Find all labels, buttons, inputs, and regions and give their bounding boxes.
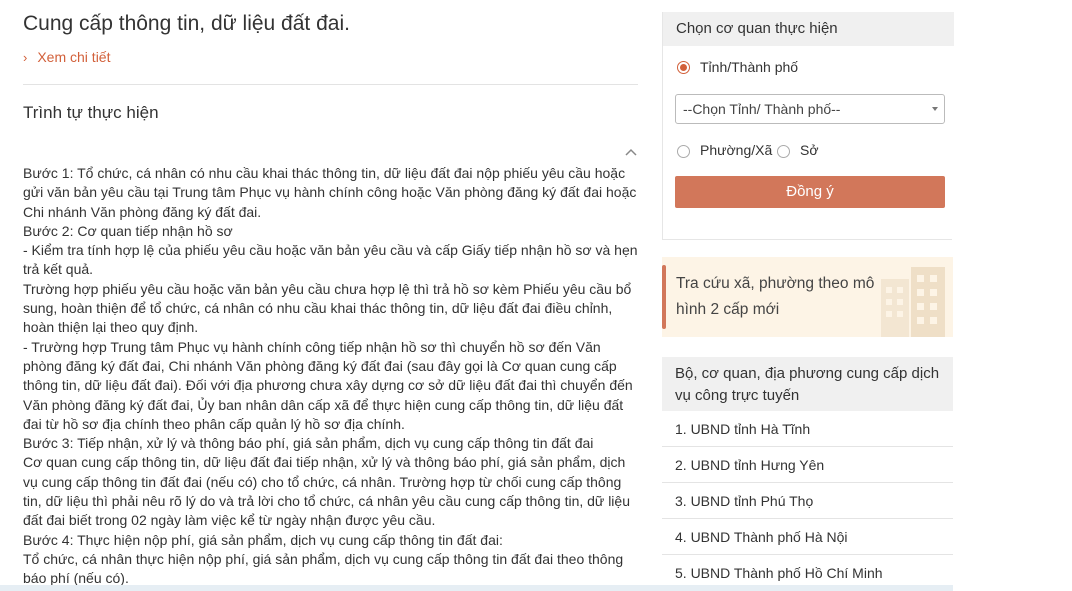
agency-panel-heading: Chọn cơ quan thực hiện (663, 12, 954, 46)
banner-text: Tra cứu xã, phường theo mô hình 2 cấp mớ… (676, 275, 875, 318)
providers-heading: Bộ, cơ quan, địa phương cung cấp dịch vụ… (662, 357, 953, 411)
agency-selection-panel: Chọn cơ quan thực hiện Tỉnh/Thành phố --… (662, 12, 954, 240)
province-select[interactable]: --Chọn Tỉnh/ Thành phố-- (675, 94, 945, 124)
procedure-line: Trường hợp phiếu yêu cầu hoặc văn bản yê… (23, 280, 632, 336)
banner-accent (662, 265, 666, 329)
radio-province[interactable] (677, 61, 690, 74)
radio-department[interactable] (777, 145, 790, 158)
procedure-line: Tổ chức, cá nhân thực hiện nộp phí, giá … (23, 550, 624, 587)
divider (23, 84, 638, 85)
radio-province-label: Tỉnh/Thành phố (700, 59, 799, 75)
provider-item[interactable]: 2. UBND tỉnh Hưng Yên (662, 447, 953, 483)
radio-ward-label: Phường/Xã (700, 142, 773, 158)
procedure-text: Bước 1: Tổ chức, cá nhân có nhu cầu khai… (23, 164, 638, 589)
providers-panel: Bộ, cơ quan, địa phương cung cấp dịch vụ… (662, 357, 953, 591)
chevron-up-icon[interactable] (624, 146, 638, 158)
building-icon (881, 267, 945, 337)
provider-item[interactable]: 3. UBND tỉnh Phú Thọ (662, 483, 953, 519)
page-title: Cung cấp thông tin, dữ liệu đất đai. (23, 12, 350, 35)
procedure-line: Bước 3: Tiếp nhận, xử lý và thông báo ph… (23, 435, 594, 452)
province-select-value: --Chọn Tỉnh/ Thành phố-- (683, 101, 841, 117)
view-details-label: Xem chi tiết (37, 49, 111, 65)
radio-ward[interactable] (677, 145, 690, 158)
chevron-right-icon: › (23, 50, 28, 65)
procedure-line: - Trường hợp Trung tâm Phục vụ hành chín… (23, 338, 633, 432)
ward-lookup-banner[interactable]: Tra cứu xã, phường theo mô hình 2 cấp mớ… (662, 257, 953, 337)
section-title: Trình tự thực hiện (23, 103, 159, 122)
procedure-line: Bước 2: Cơ quan tiếp nhận hồ sơ (23, 222, 233, 239)
provider-item[interactable]: 1. UBND tỉnh Hà Tĩnh (662, 411, 953, 447)
view-details-link[interactable]: › Xem chi tiết (23, 49, 110, 65)
procedure-line: - Kiểm tra tính hợp lệ của phiếu yêu cầu… (23, 242, 638, 278)
submit-button[interactable]: Đồng ý (675, 176, 945, 208)
procedure-line: Bước 1: Tổ chức, cá nhân có nhu cầu khai… (23, 165, 637, 220)
radio-department-label: Sở (800, 142, 819, 158)
procedure-line: Bước 4: Thực hiện nộp phí, giá sản phẩm,… (23, 531, 503, 548)
provider-item[interactable]: 5. UBND Thành phố Hồ Chí Minh (662, 555, 953, 591)
provider-item[interactable]: 4. UBND Thành phố Hà Nội (662, 519, 953, 555)
procedure-line: Cơ quan cung cấp thông tin, dữ liệu đất … (23, 454, 630, 529)
dropdown-arrow-icon (932, 107, 938, 111)
